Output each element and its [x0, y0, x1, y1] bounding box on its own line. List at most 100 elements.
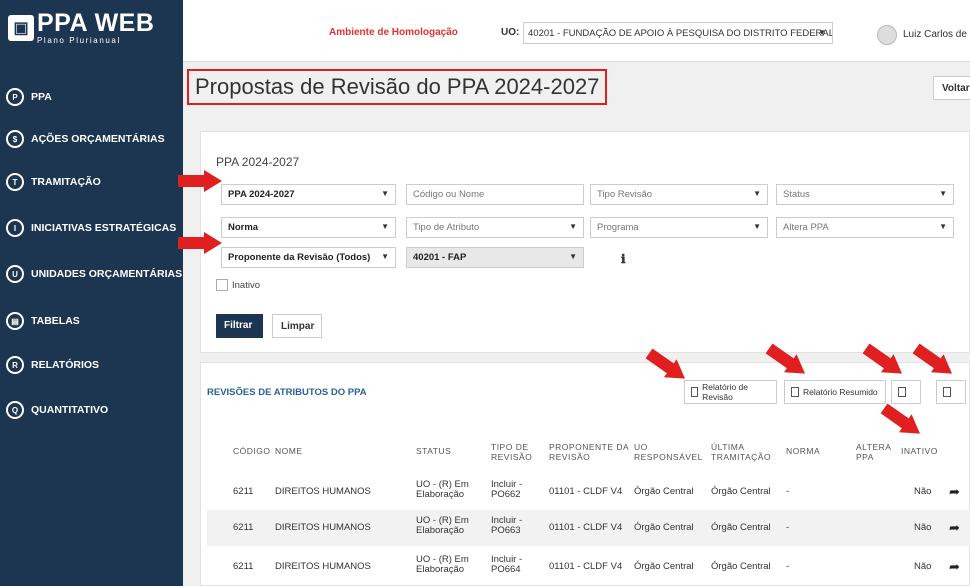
programa-select[interactable]: Programa ▼ [590, 217, 768, 238]
chevron-down-icon: ▼ [939, 222, 947, 231]
cell-norma: - [786, 561, 790, 572]
tipo-revisao-select[interactable]: Tipo Revisão ▼ [590, 184, 768, 205]
relatorio-resumido-button[interactable]: Relatório Resumido [784, 380, 886, 404]
logo-icon: ▣ [8, 15, 34, 41]
column-header[interactable]: UO RESPONSÁVEL [634, 442, 704, 463]
codigo-nome-placeholder: Código ou Nome [413, 189, 485, 200]
proponente-select[interactable]: Proponente da Revisão (Todos) ▼ [221, 247, 396, 268]
avatar[interactable] [877, 25, 897, 45]
column-header[interactable]: PROPONENTE DA REVISÃO [549, 442, 629, 463]
relatorio-resumido-label: Relatório Resumido [803, 387, 878, 397]
chart-icon: Q [6, 401, 24, 419]
dollar-icon: $ [6, 130, 24, 148]
share-arrow-icon[interactable]: ➦ [949, 484, 960, 500]
table-row[interactable]: 6211 DIREITOS HUMANOS UO - (R) Em Elabor… [207, 474, 970, 510]
report-icon: R [6, 356, 24, 374]
results-title: REVISÕES DE ATRIBUTOS DO PPA [207, 387, 367, 398]
cell-status: UO - (R) Em Elaboração [416, 554, 469, 576]
chevron-down-icon: ▼ [381, 252, 389, 261]
uo-filter-select[interactable]: 40201 - FAP ▼ [406, 247, 584, 268]
inativo-label: Inativo [232, 279, 260, 291]
checkbox-box[interactable] [216, 279, 228, 291]
column-header[interactable]: NORMA [786, 446, 820, 457]
pdf-export-button[interactable] [891, 380, 921, 404]
sidebar-item-relatorios[interactable]: R RELATÓRIOS [6, 356, 99, 374]
ppa-select-value: PPA 2024-2027 [228, 189, 295, 200]
cell-status: UO - (R) Em Elaboração [416, 515, 469, 537]
column-header[interactable]: INATIVO [901, 446, 938, 457]
sidebar-item-acoes-orcamentarias[interactable]: $ AÇÕES ORÇAMENTÁRIAS [6, 130, 165, 148]
sidebar-item-tabelas[interactable]: ▤ TABELAS [6, 312, 80, 330]
uo-select[interactable]: 40201 - FUNDAÇÃO DE APOIO À PESQUISA DO … [523, 22, 833, 44]
share-arrow-icon[interactable]: ➦ [949, 559, 960, 575]
relatorio-revisao-label: Relatório de Revisão [702, 382, 748, 402]
table-icon: ▤ [6, 312, 24, 330]
column-header[interactable]: ALTERA PPA [856, 442, 891, 463]
clear-button[interactable]: Limpar [272, 314, 322, 338]
cell-tipo: Incluir - PO664 [491, 554, 523, 576]
chevron-down-icon: ▼ [569, 252, 577, 261]
chevron-down-icon: ▼ [381, 189, 389, 198]
sidebar-item-tramitacao[interactable]: T TRAMITAÇÃO [6, 173, 101, 191]
cell-proponente: 01101 - CLDF V4 [549, 561, 623, 572]
sidebar-item-label: TABELAS [31, 315, 80, 327]
ppa-select[interactable]: PPA 2024-2027 ▼ [221, 184, 396, 205]
uo-label: UO: [501, 27, 520, 38]
sidebar-item-ppa[interactable]: P PPA [6, 88, 52, 106]
cell-proponente: 01101 - CLDF V4 [549, 486, 623, 497]
sidebar-item-label: PPA [31, 91, 52, 103]
column-header[interactable]: ÚLTIMA TRAMITAÇÃO [711, 442, 776, 463]
norma-value: Norma [228, 222, 259, 233]
column-header[interactable]: CÓDIGO [233, 446, 270, 457]
excel-export-button[interactable] [936, 380, 966, 404]
altera-ppa-value: Altera PPA [783, 222, 829, 233]
iniciativas-icon: I [6, 219, 24, 237]
inativo-checkbox[interactable]: Inativo [216, 279, 260, 291]
cell-inativo: Não [914, 561, 932, 572]
column-header[interactable]: TIPO DE REVISÃO [491, 442, 536, 463]
info-icon[interactable]: ℹ [621, 252, 626, 266]
sidebar-item-unidades-orcamentarias[interactable]: U UNIDADES ORÇAMENTÁRIAS [6, 265, 182, 283]
column-header[interactable]: NOME [275, 446, 303, 457]
cell-inativo: Não [914, 522, 932, 533]
sidebar-item-label: UNIDADES ORÇAMENTÁRIAS [31, 268, 183, 280]
cell-tramitacao: Órgão Central [711, 522, 771, 533]
filter-button[interactable]: Filtrar [216, 314, 263, 338]
cell-uo: Órgão Central [634, 522, 694, 533]
back-button[interactable]: Voltar [933, 76, 970, 100]
chevron-down-icon: ▼ [753, 189, 761, 198]
cell-norma: - [786, 522, 790, 533]
sidebar-item-iniciativas-estrategicas[interactable]: I INICIATIVAS ESTRATÉGICAS [6, 219, 176, 237]
cell-codigo: 6211 [233, 522, 254, 533]
annotation-arrow-icon [178, 170, 222, 192]
tipo-atributo-select[interactable]: Tipo de Atributo ▼ [406, 217, 584, 238]
altera-ppa-select[interactable]: Altera PPA ▼ [776, 217, 954, 238]
user-name[interactable]: Luiz Carlos de ... [903, 29, 970, 40]
cell-status: UO - (R) Em Elaboração [416, 479, 469, 501]
codigo-nome-input[interactable]: Código ou Nome [406, 184, 584, 205]
norma-select[interactable]: Norma ▼ [221, 217, 396, 238]
sidebar-item-quantitativo[interactable]: Q QUANTITATIVO [6, 401, 108, 419]
relatorio-revisao-button[interactable]: Relatório de Revisão [684, 380, 777, 404]
cell-tipo: Incluir - PO663 [491, 515, 523, 537]
share-arrow-icon[interactable]: ➦ [949, 520, 960, 536]
cell-nome: DIREITOS HUMANOS [275, 561, 371, 572]
results-panel: REVISÕES DE ATRIBUTOS DO PPA Relatório d… [200, 362, 970, 586]
cell-tramitacao: Órgão Central [711, 561, 771, 572]
environment-label: Ambiente de Homologação [329, 27, 458, 38]
status-select[interactable]: Status ▼ [776, 184, 954, 205]
chevron-down-icon: ▼ [381, 222, 389, 231]
sidebar-item-label: TRAMITAÇÃO [31, 176, 101, 188]
ppa-icon: P [6, 88, 24, 106]
chevron-down-icon: ▼ [753, 222, 761, 231]
app-logo[interactable]: ▣ PPA WEB Plano Plurianual [8, 8, 154, 48]
tramitacao-icon: T [6, 173, 24, 191]
table-row[interactable]: 6211 DIREITOS HUMANOS UO - (R) Em Elabor… [207, 510, 970, 546]
table-row[interactable]: 6211 DIREITOS HUMANOS UO - (R) Em Elabor… [207, 549, 970, 585]
column-header[interactable]: STATUS [416, 446, 451, 457]
sidebar: ▣ PPA WEB Plano Plurianual P PPA $ AÇÕES… [0, 0, 183, 586]
cell-codigo: 6211 [233, 486, 254, 497]
uo-filter-value: 40201 - FAP [413, 252, 467, 263]
cell-tipo: Incluir - PO662 [491, 479, 523, 501]
proponente-value: Proponente da Revisão (Todos) [228, 252, 371, 263]
